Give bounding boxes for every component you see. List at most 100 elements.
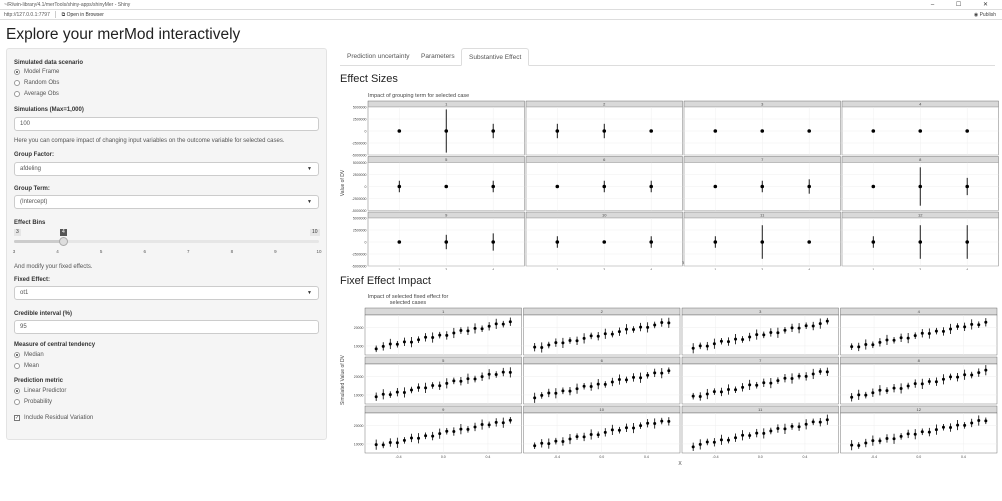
- radio-icon: [14, 399, 20, 405]
- plot-title: Impact of grouping term for selected cas…: [368, 93, 469, 99]
- data-point: [726, 387, 730, 391]
- data-point: [776, 331, 780, 335]
- data-point: [811, 324, 815, 328]
- data-point: [540, 393, 544, 397]
- prediction-radio-linear[interactable]: Linear Predictor: [14, 388, 66, 394]
- tab-prediction-uncertainty[interactable]: Prediction uncertainty: [340, 48, 417, 66]
- data-point: [480, 327, 484, 331]
- radio-label: Mean: [24, 363, 40, 369]
- window-controls[interactable]: – ☐ ✕: [931, 0, 998, 10]
- data-point: [906, 432, 910, 436]
- data-point: [956, 375, 960, 379]
- data-point: [956, 325, 960, 329]
- data-point: [906, 384, 910, 388]
- data-point: [491, 129, 495, 133]
- y-tick-label: 0: [365, 241, 367, 245]
- y-tick-label: 20000: [354, 326, 364, 330]
- publish-button[interactable]: ◉ Publish: [974, 10, 996, 20]
- data-point: [769, 330, 773, 334]
- open-in-browser-button[interactable]: ⧉ Open in Browser: [62, 12, 104, 18]
- y-tick-label: -5000000: [352, 265, 367, 269]
- scenario-radio-average-obs[interactable]: Average Obs: [14, 91, 59, 97]
- fixed-effect-value: ot1: [20, 290, 29, 296]
- data-point: [568, 338, 572, 342]
- simulations-label: Simulations (Max=1,000): [14, 107, 84, 113]
- data-point: [691, 394, 695, 398]
- data-point: [381, 443, 385, 447]
- x-tick-label: 1: [714, 268, 716, 270]
- data-point: [783, 427, 787, 431]
- data-point: [561, 341, 565, 345]
- scenario-radio-random-obs[interactable]: Random Obs: [14, 80, 59, 86]
- tab-parameters[interactable]: Parameters: [414, 48, 462, 66]
- x-tick-label: 4: [808, 268, 810, 270]
- data-point: [871, 391, 875, 395]
- data-point: [850, 443, 854, 447]
- slider-tick-label: 6: [143, 249, 146, 254]
- data-point: [602, 129, 607, 133]
- data-point: [984, 419, 988, 423]
- publish-label: Publish: [979, 12, 996, 18]
- fixed-effect-select[interactable]: ot1 ▼: [14, 286, 319, 300]
- effect-bins-slider-fill: [14, 240, 63, 243]
- data-point: [582, 384, 586, 388]
- data-point: [984, 320, 988, 324]
- publish-icon: ◉: [973, 12, 979, 18]
- data-point: [646, 421, 650, 425]
- data-point: [762, 381, 766, 385]
- data-point: [878, 388, 882, 392]
- central-radio-median[interactable]: Median: [14, 352, 44, 358]
- tab-substantive-effect[interactable]: Substantive Effect: [461, 48, 530, 66]
- data-point: [424, 335, 428, 339]
- credible-input[interactable]: 95: [14, 320, 319, 334]
- y-tick-label: 5000000: [353, 161, 367, 165]
- data-point: [769, 429, 773, 433]
- data-point: [913, 432, 917, 436]
- radio-icon: [14, 363, 20, 369]
- group-factor-value: afdeling: [20, 166, 42, 172]
- data-point: [381, 344, 385, 348]
- checkbox-label: Include Residual Variation: [24, 415, 94, 421]
- y-tick-label: 10000: [354, 442, 364, 446]
- y-tick-label: 2500000: [353, 118, 367, 122]
- scenario-radio-model-frame[interactable]: Model Frame: [14, 69, 59, 75]
- group-factor-select[interactable]: afdeling ▼: [14, 162, 319, 176]
- data-point: [871, 240, 876, 244]
- data-point: [734, 337, 738, 341]
- data-point: [409, 340, 413, 344]
- data-point: [748, 335, 752, 339]
- data-point: [970, 421, 974, 425]
- data-point: [920, 331, 924, 335]
- y-tick-label: -2500000: [352, 197, 367, 201]
- data-point: [547, 343, 551, 347]
- data-point: [603, 332, 607, 336]
- compare-text: Here you can compare impact of changing …: [14, 138, 285, 144]
- fixef-plot: Impact of selected fixed effect forselec…: [340, 294, 998, 467]
- toolbar-divider: [55, 11, 57, 19]
- data-point: [632, 375, 636, 379]
- data-point: [811, 372, 815, 376]
- simulations-input[interactable]: 100: [14, 117, 319, 131]
- data-point: [480, 423, 484, 427]
- central-radio-mean[interactable]: Mean: [14, 363, 39, 369]
- residual-checkbox[interactable]: ✓ Include Residual Variation: [14, 415, 93, 421]
- data-point: [790, 377, 794, 381]
- y-tick-label: 20000: [354, 375, 364, 379]
- effect-bins-slider-handle[interactable]: [59, 237, 68, 246]
- data-point: [807, 240, 811, 244]
- data-point: [501, 421, 505, 425]
- prediction-radio-probability[interactable]: Probability: [14, 399, 52, 405]
- y-tick-label: 20000: [354, 424, 364, 428]
- data-point: [610, 428, 614, 432]
- group-term-select[interactable]: (Intercept) ▼: [14, 195, 319, 209]
- data-point: [589, 385, 593, 389]
- data-point: [726, 340, 730, 344]
- data-point: [660, 371, 664, 375]
- data-point: [466, 329, 470, 333]
- data-point: [667, 321, 671, 325]
- data-point: [797, 326, 801, 330]
- data-point: [977, 323, 981, 327]
- x-tick-label: 2: [445, 268, 447, 270]
- data-point: [554, 341, 558, 345]
- data-point: [374, 443, 378, 447]
